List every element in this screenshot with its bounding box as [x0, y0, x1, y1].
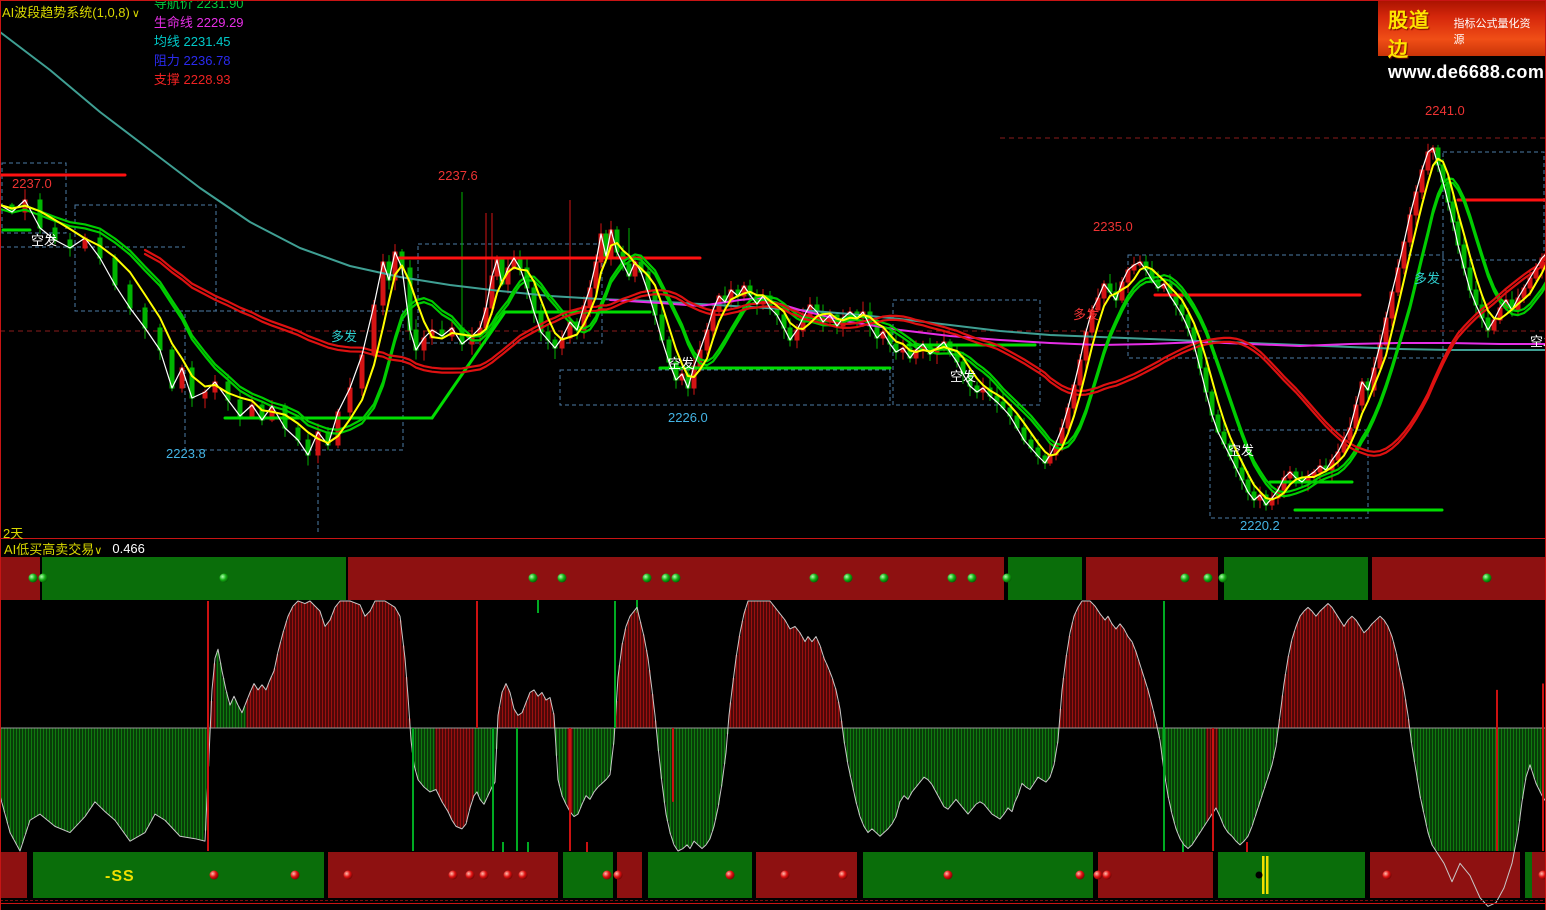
signal-band-long: [1218, 852, 1365, 898]
chart-annotation: 2223.8: [166, 446, 206, 461]
signal-dot: [880, 574, 889, 583]
signal-band-long: [42, 557, 346, 600]
signal-dot: [449, 871, 458, 880]
signal-dot: [1076, 871, 1085, 880]
signal-dot: [210, 871, 219, 880]
channel-box: [560, 370, 890, 405]
chart-annotation: 2237.6: [438, 168, 478, 183]
indicator-value-item: 支撑 2228.93: [154, 69, 265, 88]
signal-band-short: [1086, 557, 1218, 600]
chart-annotation: 2237.0: [12, 176, 52, 191]
indicator-values: 压力线 2239.40支撑线 2228.40重心线 2233.14697导航价 …: [154, 0, 277, 88]
chevron-down-icon[interactable]: ∨: [94, 545, 102, 557]
indicator-value-item: 阻力 2236.78: [154, 50, 265, 69]
green-band-line: [0, 178, 1546, 492]
sub-indicator-name: AI低买高卖交易: [4, 542, 94, 557]
candles: [10, 144, 1546, 511]
marker-dot: [1256, 872, 1263, 879]
trading-app-window: { "top_bar": { "title": "AI波段趋势系统(1,0,8)…: [0, 0, 1546, 910]
main-price-chart[interactable]: 2237.0空发2223.8多发2237.6空发2226.0空发多发2235.0…: [0, 32, 1546, 535]
signal-band-long: [1224, 557, 1368, 600]
chart-annotation: 2241.0: [1425, 103, 1465, 118]
close-price-line: [0, 148, 1546, 505]
signal-dot: [480, 871, 489, 880]
signal-dot: [948, 574, 957, 583]
brand-tagline: 指标公式量化资源: [1454, 15, 1539, 47]
red-band-line: [145, 254, 1546, 456]
highlight-mark: [1266, 856, 1269, 894]
green-band-line: [0, 182, 1546, 496]
signal-dot: [344, 871, 353, 880]
main-indicator-title[interactable]: AI波段趋势系统(1,0,8)∨: [2, 2, 140, 21]
brand-logo: 股道边: [1388, 4, 1449, 62]
sub-indicator-header: AI低买高卖交易∨ 0.466: [4, 540, 145, 556]
brand-url: www.de6688.com: [1388, 62, 1538, 83]
signal-band-long: [1525, 852, 1532, 898]
signal-dot: [558, 574, 567, 583]
signal-dot: [614, 871, 623, 880]
support-step-line: [432, 312, 505, 418]
signal-dot: [844, 574, 853, 583]
brand-banner[interactable]: 股道边 指标公式量化资源 www.de6688.com: [1378, 0, 1546, 56]
signal-dot: [1181, 574, 1190, 583]
sub-indicator-title[interactable]: AI低买高卖交易∨: [4, 539, 102, 558]
signal-dot: [1094, 871, 1103, 880]
signal-dot: [1219, 574, 1228, 583]
signal-band-long: [1008, 557, 1082, 600]
signal-dot: [1383, 871, 1392, 880]
signal-dot: [1204, 574, 1213, 583]
signal-band-short: [1098, 852, 1213, 898]
signal-dot: [220, 574, 229, 583]
signal-dot: [810, 574, 819, 583]
sub-indicator-value: 0.466: [112, 541, 145, 556]
indicator-value-item: 生命线 2229.29: [154, 12, 265, 31]
signal-dot: [603, 871, 612, 880]
signal-dot: [672, 574, 681, 583]
chart-annotation: 2235.0: [1093, 219, 1133, 234]
signal-dot: [466, 871, 475, 880]
indicator-info-bar: AI波段趋势系统(1,0,8)∨ 压力线 2239.40支撑线 2228.40重…: [2, 1, 277, 22]
signal-dot: [39, 574, 48, 583]
signal-dot: [781, 871, 790, 880]
signal-dot: [1483, 574, 1492, 583]
chart-annotation: 空发: [31, 233, 57, 248]
signal-dot: [662, 574, 671, 583]
indicator-value-item: 导航价 2231.90: [154, 0, 265, 12]
signal-band-short: [0, 852, 27, 898]
indicator-value-item: 均线 2231.45: [154, 31, 265, 50]
signal-dot: [519, 871, 528, 880]
chart-canvas[interactable]: 2237.0空发2223.8多发2237.6空发2226.0空发多发2235.0…: [0, 0, 1546, 910]
signal-dot: [726, 871, 735, 880]
signal-dot: [839, 871, 848, 880]
chart-annotation: 2220.2: [1240, 518, 1280, 533]
signal-dot: [944, 871, 953, 880]
chevron-down-icon[interactable]: ∨: [132, 8, 140, 20]
signal-dot: [29, 574, 38, 583]
chart-annotation: 多发: [1073, 307, 1099, 322]
signal-dot: [504, 871, 513, 880]
chart-annotation: 2226.0: [668, 410, 708, 425]
sub-oscillator-chart[interactable]: -SS: [0, 557, 1546, 906]
signal-dot: [643, 574, 652, 583]
oscillator-bars: [1, 601, 1545, 851]
signal-dot: [1003, 574, 1012, 583]
signal-band-short: [1372, 557, 1546, 600]
signal-band-long: [863, 852, 1093, 898]
signal-band-long: [33, 852, 324, 898]
sell-signal-label: -SS: [105, 868, 135, 885]
chart-annotation: 空发: [668, 356, 694, 371]
channel-box: [185, 311, 403, 450]
chart-annotation: 空发: [1530, 334, 1546, 349]
signal-band-long: [648, 852, 752, 898]
signal-dot: [1103, 871, 1112, 880]
signal-dot: [291, 871, 300, 880]
chart-annotation: 空发: [1228, 443, 1254, 458]
main-indicator-name: AI波段趋势系统(1,0,8): [2, 5, 130, 20]
signal-dot: [968, 574, 977, 583]
chart-annotation: 多发: [331, 329, 357, 344]
signal-band-short: [1370, 852, 1520, 898]
chart-annotation: 空发: [950, 369, 976, 384]
signal-dot: [529, 574, 538, 583]
chart-annotation: 多发: [1414, 271, 1440, 286]
